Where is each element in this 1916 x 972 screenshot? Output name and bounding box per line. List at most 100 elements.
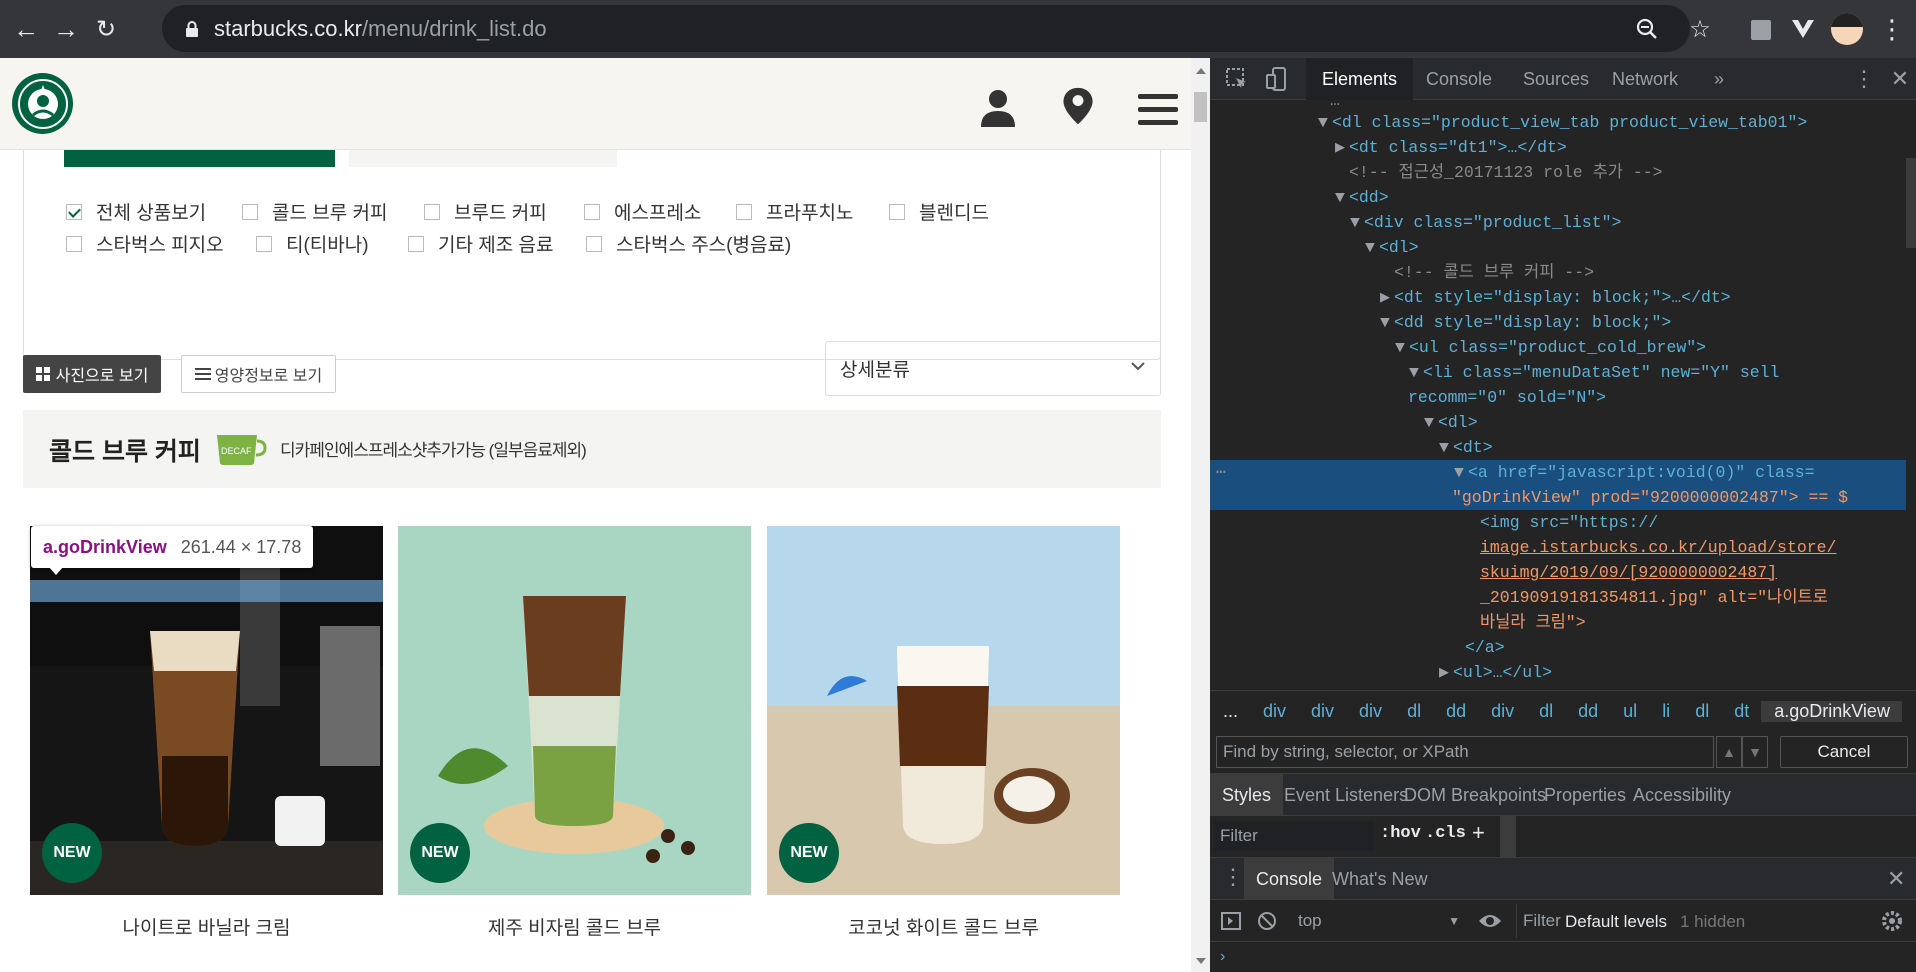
subcategory-select[interactable]: 상세분류 xyxy=(825,341,1161,396)
location-pin-icon[interactable] xyxy=(1058,86,1098,126)
dom-node-text[interactable]: skuimg/2019/09/[9200000002487] xyxy=(1480,563,1777,582)
tab-accessibility[interactable]: Accessibility xyxy=(1621,774,1743,816)
dom-node[interactable]: recomm="0" sold="N"> xyxy=(1210,385,1906,410)
product-card-jeju-bijarim[interactable]: NEW xyxy=(398,526,751,895)
devtools-menu-icon[interactable]: ⋮ xyxy=(1851,66,1877,92)
inspect-element-icon[interactable] xyxy=(1224,66,1250,92)
breadcrumb-item[interactable]: dt xyxy=(1721,701,1761,722)
dom-node[interactable]: ▼ <dd> xyxy=(1210,185,1906,210)
checkbox-icon[interactable] xyxy=(586,235,602,252)
dom-node[interactable]: <img src="https:// xyxy=(1210,510,1906,535)
checkbox-icon[interactable] xyxy=(584,203,600,220)
zoom-icon[interactable] xyxy=(1634,16,1660,42)
filter-brewed[interactable]: 브루드 커피 xyxy=(424,198,547,225)
dom-node[interactable]: ▼ <dl class="product_view_tab product_vie… xyxy=(1210,110,1906,135)
dom-node[interactable]: ▶ <dt class="dt1">…</dt> xyxy=(1210,135,1906,160)
log-levels-dropdown[interactable]: Default levels xyxy=(1565,912,1667,932)
pane-splitter[interactable] xyxy=(1500,816,1516,858)
filter-frappuccino[interactable]: 프라푸치노 xyxy=(736,198,853,225)
dom-node[interactable]: ▼ <div class="product_list"> xyxy=(1210,210,1906,235)
scroll-down-arrow-icon[interactable] xyxy=(1196,958,1206,964)
dom-node[interactable]: 바닐라 크림"> xyxy=(1210,610,1906,635)
extension-v-icon[interactable] xyxy=(1790,17,1816,41)
clear-console-icon[interactable] xyxy=(1256,910,1278,932)
breadcrumb-item[interactable]: dl xyxy=(1526,701,1565,722)
drawer-tab-whats-new[interactable]: What's New xyxy=(1320,858,1439,900)
filter-juice[interactable]: 스타벅스 주스(병음료) xyxy=(586,230,791,257)
context-select[interactable]: top ▼ xyxy=(1290,904,1460,938)
search-prev-icon[interactable]: ▲ xyxy=(1716,736,1742,768)
filter-espresso[interactable]: 에스프레소 xyxy=(584,198,701,225)
product-name[interactable]: 코코넛 화이트 콜드 브루 xyxy=(767,913,1120,940)
hover-state-toggle[interactable]: :hov xyxy=(1380,824,1421,843)
sidebar-toggle-icon[interactable] xyxy=(1220,910,1242,932)
nutrition-view-button[interactable]: 영양정보로 보기 xyxy=(181,355,336,393)
breadcrumb-item[interactable]: li xyxy=(1649,701,1682,722)
user-icon[interactable] xyxy=(978,88,1018,128)
dom-node[interactable]: image.istarbucks.co.kr/upload/store/ xyxy=(1210,535,1906,560)
tab-sources[interactable]: Sources xyxy=(1507,58,1605,100)
search-next-icon[interactable]: ▼ xyxy=(1742,736,1768,768)
filter-blended[interactable]: 블렌디드 xyxy=(889,198,989,225)
dom-node[interactable]: ▼ <dt> xyxy=(1210,435,1906,460)
breadcrumb-item[interactable]: div xyxy=(1298,701,1346,722)
dom-node[interactable]: skuimg/2019/09/[9200000002487] xyxy=(1210,560,1906,585)
dom-node[interactable]: ▼ <dd style="display: block;"> xyxy=(1210,310,1906,335)
breadcrumb-overflow[interactable]: ... xyxy=(1210,701,1250,722)
dom-node[interactable]: ▼ <dl> xyxy=(1210,235,1906,260)
checkbox-icon[interactable] xyxy=(66,235,82,252)
more-tabs-icon[interactable]: » xyxy=(1698,58,1740,100)
console-prompt-icon[interactable]: › xyxy=(1220,948,1225,966)
product-name[interactable]: 제주 비자림 콜드 브루 xyxy=(398,913,751,940)
profile-avatar[interactable] xyxy=(1831,13,1863,45)
breadcrumb-item[interactable]: dd xyxy=(1433,701,1478,722)
dom-node-selected[interactable]: "goDrinkView" prod="9200000002487"> == $ xyxy=(1210,485,1906,510)
dom-node[interactable]: ▼ <li class="menuDataSet" new="Y" sell xyxy=(1210,360,1906,385)
dom-comment[interactable]: <!-- 접근성_20171123 role 추가 --> xyxy=(1210,160,1906,185)
tab-network[interactable]: Network xyxy=(1596,58,1694,100)
forward-icon[interactable]: → xyxy=(46,9,86,49)
drawer-menu-icon[interactable]: ⋮ xyxy=(1222,864,1244,890)
breadcrumb-item-current[interactable]: a.goDrinkView xyxy=(1761,701,1902,722)
dom-comment[interactable]: <!-- 콜드 브루 커피 --> xyxy=(1210,260,1906,285)
cancel-search-button[interactable]: Cancel xyxy=(1780,736,1908,768)
back-icon[interactable]: ← xyxy=(6,9,46,49)
breadcrumb-item[interactable]: dl xyxy=(1682,701,1721,722)
address-bar[interactable]: starbucks.co.kr/menu/drink_list.do xyxy=(162,5,1690,52)
checkbox-icon[interactable] xyxy=(256,235,272,252)
dom-node[interactable]: ▶ <dt style="display: block;">…</dt> xyxy=(1210,285,1906,310)
extension-icon[interactable] xyxy=(1751,20,1771,40)
dom-tree[interactable]: … ▼ <dl class="product_view_tab product_v… xyxy=(1210,100,1906,690)
console-filter-input[interactable]: Filter xyxy=(1516,904,1561,938)
breadcrumb-item[interactable]: div xyxy=(1346,701,1394,722)
tab-elements[interactable]: Elements xyxy=(1306,58,1414,100)
scroll-up-arrow-icon[interactable] xyxy=(1196,68,1206,74)
dom-node-selected[interactable]: ⋯ ▼ <a href="javascript:void(0)" class= xyxy=(1210,460,1906,485)
filter-cold-brew[interactable]: 콜드 브루 커피 xyxy=(242,198,387,225)
dom-search-input[interactable]: Find by string, selector, or XPath xyxy=(1216,736,1714,768)
breadcrumb-item[interactable]: div xyxy=(1478,701,1526,722)
class-toggle[interactable]: .cls xyxy=(1425,824,1466,843)
breadcrumb-item[interactable]: dd xyxy=(1565,701,1610,722)
checkbox-icon[interactable] xyxy=(66,203,82,220)
checkbox-icon[interactable] xyxy=(424,203,440,220)
close-drawer-icon[interactable]: ✕ xyxy=(1887,866,1905,892)
checkbox-icon[interactable] xyxy=(736,203,752,220)
device-toggle-icon[interactable] xyxy=(1264,66,1290,92)
hamburger-menu-icon[interactable] xyxy=(1138,90,1178,130)
node-actions-icon[interactable]: ⋯ xyxy=(1216,460,1226,485)
chrome-menu-icon[interactable]: ⋮ xyxy=(1876,13,1908,45)
bookmark-star-icon[interactable]: ☆ xyxy=(1684,13,1716,45)
breadcrumb-item[interactable]: dl xyxy=(1394,701,1433,722)
filter-teavana[interactable]: 티(티바나) xyxy=(256,230,369,257)
product-name[interactable]: 나이트로 바닐라 크림 xyxy=(30,913,383,940)
dom-node[interactable]: ▶ <ul>…</ul> xyxy=(1210,660,1906,685)
close-devtools-icon[interactable]: ✕ xyxy=(1887,66,1913,92)
dom-node[interactable]: _20190919181354811.jpg" alt="나이트로 xyxy=(1210,585,1906,610)
filter-other[interactable]: 기타 제조 음료 xyxy=(408,230,553,257)
photo-view-button[interactable]: 사진으로 보기 xyxy=(23,355,161,393)
tab-console[interactable]: Console xyxy=(1410,58,1508,100)
tree-scrollbar-thumb[interactable] xyxy=(1906,158,1916,248)
settings-gear-icon[interactable] xyxy=(1880,909,1904,933)
breadcrumb-item[interactable]: ul xyxy=(1610,701,1649,722)
